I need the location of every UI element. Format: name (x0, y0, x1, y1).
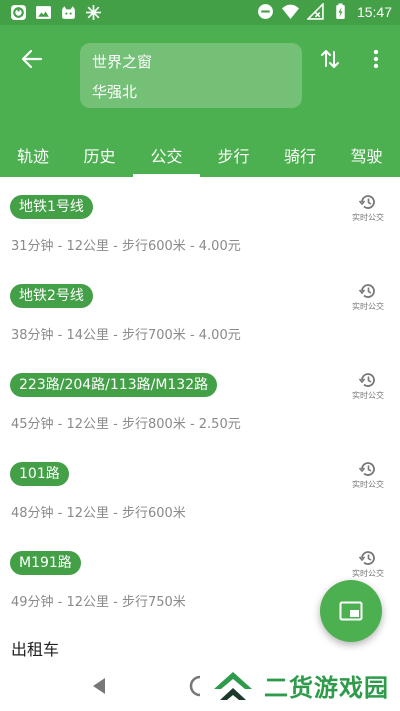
do-not-disturb-icon (258, 4, 273, 19)
history-icon (359, 462, 375, 476)
swap-vertical-icon (321, 50, 339, 68)
list-item[interactable]: 101路 48分钟 - 12公里 - 步行600米 实时公交 (0, 444, 400, 533)
status-bar-system: 15:47 (257, 3, 392, 20)
route-detail: 48分钟 - 12公里 - 步行600米 (11, 506, 186, 521)
route-detail: 45分钟 - 12公里 - 步行800米 - 2.50元 (11, 417, 241, 432)
history-icon (359, 284, 375, 298)
line-badge: 地铁1号线 (10, 195, 93, 219)
tab-bike[interactable]: 骑行 (267, 133, 333, 177)
realtime-bus-button[interactable]: 实时公交 (348, 371, 388, 401)
arrow-back-icon (21, 49, 43, 69)
watermark-logo-icon (214, 671, 252, 700)
route-detail: 49分钟 - 12公里 - 步行750米 (11, 595, 186, 610)
wechat-icon (11, 5, 26, 20)
battery-charging-icon (336, 3, 345, 19)
list-item[interactable]: 223路/204路/113路/M132路 45分钟 - 12公里 - 步行800… (0, 355, 400, 444)
tab-track[interactable]: 轨迹 (0, 133, 66, 177)
status-bar: 15:47 (0, 0, 400, 25)
status-bar-notifications (10, 4, 102, 21)
destination-field[interactable]: 华强北 (92, 81, 137, 102)
tab-bus[interactable]: 公交 (133, 133, 200, 177)
tab-walk[interactable]: 步行 (200, 133, 267, 177)
list-item[interactable]: 地铁2号线 38分钟 - 14公里 - 步行700米 - 4.00元 实时公交 (0, 266, 400, 355)
history-icon (359, 373, 375, 387)
no-signal-icon (306, 3, 324, 20)
nav-back-icon[interactable] (90, 676, 108, 696)
realtime-label: 实时公交 (352, 391, 384, 400)
more-vert-icon (373, 49, 379, 69)
origin-field[interactable]: 世界之窗 (92, 51, 152, 72)
wifi-icon (281, 4, 299, 19)
back-button[interactable] (14, 43, 50, 75)
line-badge: 地铁2号线 (10, 284, 93, 308)
route-detail: 38分钟 - 14公里 - 步行700米 - 4.00元 (11, 328, 241, 343)
cat-app-icon (62, 6, 75, 19)
list-item[interactable]: 地铁1号线 31分钟 - 12公里 - 步行600米 - 4.00元 实时公交 (0, 177, 400, 266)
realtime-bus-button[interactable]: 实时公交 (348, 460, 388, 490)
line-badge: 223路/204路/113路/M132路 (10, 373, 218, 397)
picture-in-picture-icon (339, 601, 363, 621)
snowflake-icon (86, 5, 101, 20)
realtime-label: 实时公交 (352, 213, 384, 222)
realtime-bus-button[interactable]: 实时公交 (348, 282, 388, 312)
taxi-section-title[interactable]: 出租车 (11, 636, 59, 660)
line-badge: M191路 (10, 551, 81, 575)
history-icon (359, 195, 375, 209)
more-options-button[interactable] (366, 45, 386, 73)
status-time: 15:47 (356, 3, 392, 20)
route-input-box[interactable]: 世界之窗 华强北 (80, 43, 302, 108)
line-badge: 101路 (10, 462, 69, 486)
route-detail: 31分钟 - 12公里 - 步行600米 - 4.00元 (11, 239, 241, 254)
watermark: 二货游戏园 (200, 660, 400, 711)
app-bar: 世界之窗 华强北 轨迹 历史 公交 步行 骑行 驾驶 (0, 25, 400, 177)
watermark-text: 二货游戏园 (264, 674, 389, 702)
swap-route-button[interactable] (316, 45, 344, 73)
realtime-bus-button[interactable]: 实时公交 (348, 549, 388, 579)
history-icon (359, 551, 375, 565)
image-icon (36, 6, 51, 19)
realtime-bus-button[interactable]: 实时公交 (348, 193, 388, 223)
picture-in-picture-button[interactable] (320, 580, 382, 642)
mode-tabs: 轨迹 历史 公交 步行 骑行 驾驶 (0, 133, 400, 177)
realtime-label: 实时公交 (352, 302, 384, 311)
tab-history[interactable]: 历史 (66, 133, 133, 177)
tab-drive[interactable]: 驾驶 (333, 133, 400, 177)
realtime-label: 实时公交 (352, 480, 384, 489)
realtime-label: 实时公交 (352, 569, 384, 578)
